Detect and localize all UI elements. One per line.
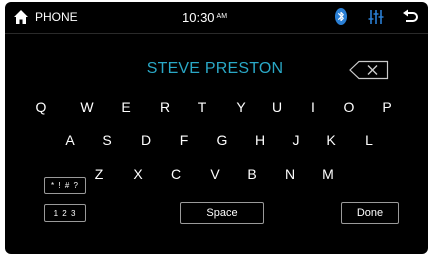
- name-entry-field[interactable]: STEVE PRESTON: [115, 60, 315, 78]
- key-a[interactable]: A: [60, 132, 80, 148]
- clock: 10:30 AM: [182, 10, 227, 25]
- key-p[interactable]: P: [377, 99, 397, 115]
- space-button[interactable]: Space: [180, 202, 264, 224]
- status-bar: PHONE 10:30 AM: [5, 2, 428, 34]
- equalizer-icon[interactable]: [367, 8, 385, 26]
- home-icon[interactable]: [13, 9, 29, 25]
- key-m[interactable]: M: [318, 166, 338, 182]
- key-e[interactable]: E: [116, 99, 136, 115]
- key-t[interactable]: T: [192, 99, 212, 115]
- symbols-button[interactable]: * ! # ?: [44, 177, 86, 194]
- done-button[interactable]: Done: [341, 202, 399, 224]
- key-s[interactable]: S: [97, 132, 117, 148]
- back-icon[interactable]: [401, 8, 419, 26]
- key-c[interactable]: C: [166, 166, 186, 182]
- clock-ampm: AM: [216, 13, 228, 20]
- clock-time: 10:30: [182, 10, 215, 25]
- source-label: PHONE: [35, 10, 78, 24]
- keyboard-screen: PHONE 10:30 AM STEVE PRESTON Q W E R T Y…: [5, 2, 428, 254]
- bluetooth-icon: [335, 8, 347, 25]
- key-w[interactable]: W: [77, 99, 97, 115]
- key-o[interactable]: O: [339, 99, 359, 115]
- key-v[interactable]: V: [205, 166, 225, 182]
- key-l[interactable]: L: [359, 132, 379, 148]
- key-q[interactable]: Q: [31, 99, 51, 115]
- key-g[interactable]: G: [212, 132, 232, 148]
- key-j[interactable]: J: [286, 132, 306, 148]
- key-i[interactable]: I: [303, 99, 323, 115]
- key-k[interactable]: K: [321, 132, 341, 148]
- key-z[interactable]: Z: [89, 166, 109, 182]
- key-x[interactable]: X: [128, 166, 148, 182]
- key-h[interactable]: H: [250, 132, 270, 148]
- key-u[interactable]: U: [267, 99, 287, 115]
- key-r[interactable]: R: [155, 99, 175, 115]
- key-f[interactable]: F: [174, 132, 194, 148]
- numbers-button[interactable]: 1 2 3: [44, 204, 86, 222]
- key-y[interactable]: Y: [231, 99, 251, 115]
- key-d[interactable]: D: [136, 132, 156, 148]
- key-b[interactable]: B: [242, 166, 262, 182]
- key-n[interactable]: N: [280, 166, 300, 182]
- backspace-icon[interactable]: [349, 60, 389, 80]
